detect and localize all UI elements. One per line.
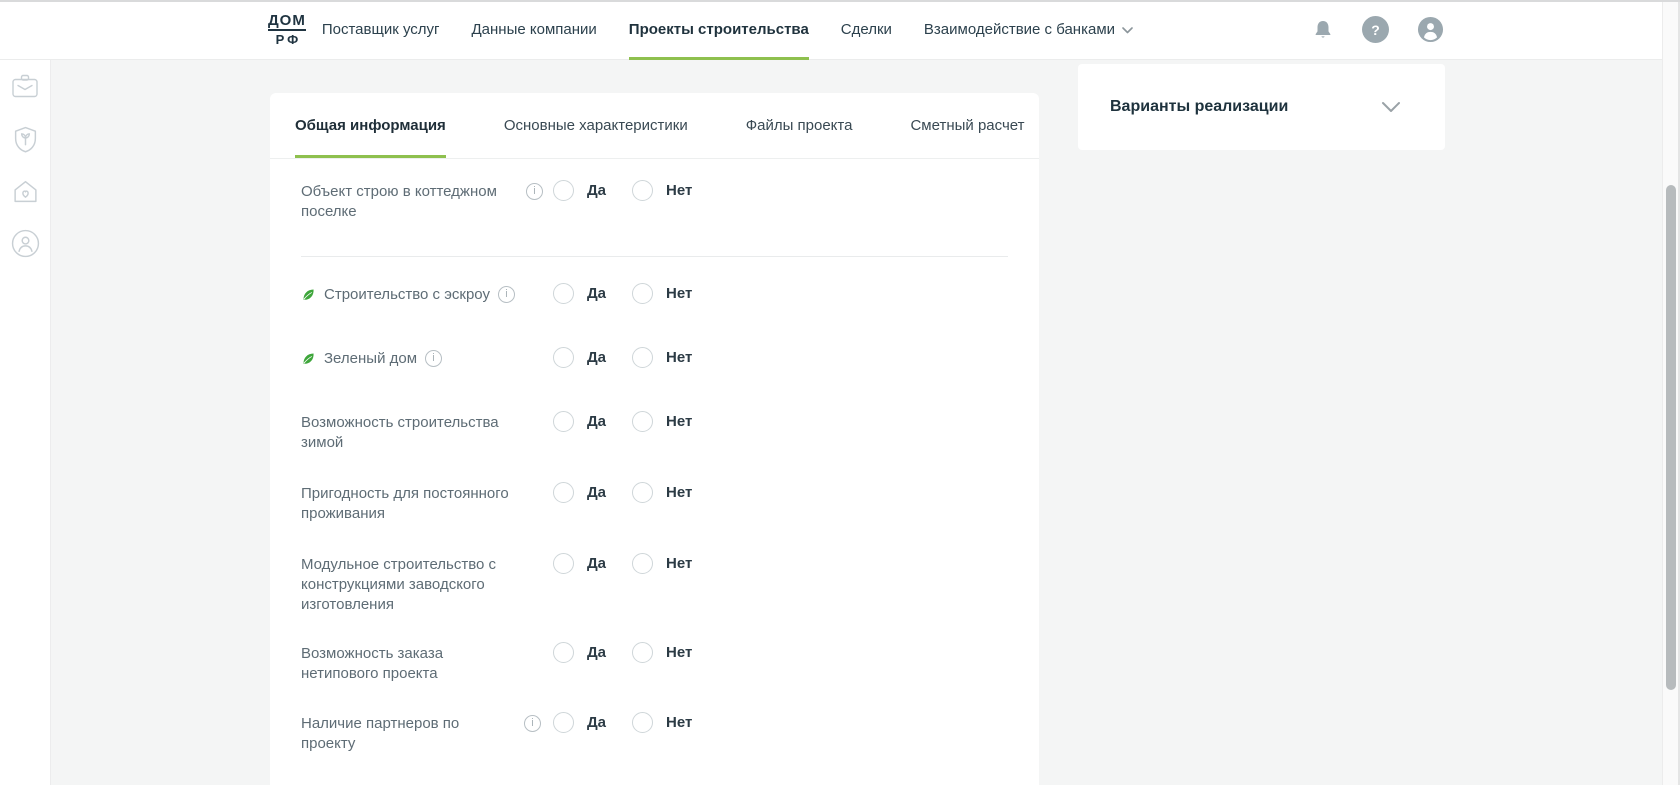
brand-logo[interactable]: ДОМ РФ [268,0,306,60]
general-info-form: Объект строю в коттеджном поселке i Да Н… [270,159,1039,785]
shield-icon[interactable] [10,125,40,153]
tab-general-info[interactable]: Общая информация [295,93,475,158]
tabs-bar: Общая информация Основные характеристики… [270,93,1039,159]
radio-group: Да Нет [553,642,692,663]
info-icon[interactable]: i [524,715,541,732]
radio-no[interactable]: Нет [632,642,692,663]
question-glyph: ? [1362,16,1389,43]
form-row-winter-construction: Возможность строительства зимой Да Нет [301,413,1008,453]
radio-yes[interactable]: Да [553,553,606,574]
radio-circle[interactable] [553,283,574,304]
main-nav: Поставщик услуг Данные компании Проекты … [322,0,1133,60]
brand-logo-line1: ДОМ [268,13,306,31]
radio-no[interactable]: Нет [632,553,692,574]
window-top-edge [0,0,1680,2]
house-heart-icon[interactable] [10,177,40,205]
top-navigation-bar: ДОМ РФ Поставщик услуг Данные компании П… [0,0,1680,60]
radio-circle[interactable] [632,553,653,574]
leaf-icon [301,351,316,366]
form-row-modular-construction: Модульное строительство с конструкциями … [301,555,1008,615]
form-row-project-partners: Наличие партнеров по проекту i Да Нет [301,714,1008,754]
radio-no[interactable]: Нет [632,411,692,432]
user-circle-icon[interactable] [10,229,40,257]
radio-group: Да Нет [553,712,692,733]
info-icon[interactable]: i [425,350,442,367]
radio-group: Да Нет [553,180,692,201]
tab-project-files[interactable]: Файлы проекта [717,93,882,158]
form-row-custom-project-order: Возможность заказа нетипового проекта Да… [301,644,1008,684]
implementation-options-title: Варианты реализации [1110,98,1288,116]
radio-group: Да Нет [553,553,692,574]
topbar-actions: ? [1312,16,1444,43]
chevron-down-icon [1122,27,1133,34]
radio-circle[interactable] [632,411,653,432]
radio-circle[interactable] [632,642,653,663]
radio-yes[interactable]: Да [553,411,606,432]
radio-circle[interactable] [553,411,574,432]
form-row-permanent-residence: Пригодность для постоянного проживания Д… [301,484,1008,524]
radio-circle[interactable] [553,712,574,733]
radio-no[interactable]: Нет [632,283,692,304]
radio-group: Да Нет [553,411,692,432]
radio-no[interactable]: Нет [632,180,692,201]
radio-circle[interactable] [553,642,574,663]
help-question-icon[interactable]: ? [1362,16,1389,43]
nav-item-deals[interactable]: Сделки [841,0,892,60]
radio-no[interactable]: Нет [632,482,692,503]
profile-avatar-icon[interactable] [1417,16,1444,43]
radio-circle[interactable] [632,482,653,503]
info-icon[interactable]: i [498,286,515,303]
radio-yes[interactable]: Да [553,482,606,503]
row-divider [301,256,1008,257]
radio-no[interactable]: Нет [632,347,692,368]
notifications-bell-icon[interactable] [1312,18,1334,42]
nav-item-service-provider[interactable]: Поставщик услуг [322,0,440,60]
left-sidebar [0,60,51,785]
project-details-card: Общая информация Основные характеристики… [270,93,1039,785]
leaf-icon [301,287,316,302]
nav-item-bank-interaction[interactable]: Взаимодействие с банками [924,0,1133,60]
radio-circle[interactable] [553,347,574,368]
radio-yes[interactable]: Да [553,712,606,733]
radio-yes[interactable]: Да [553,283,606,304]
scrollbar-thumb[interactable] [1666,185,1676,690]
radio-circle[interactable] [632,283,653,304]
form-row-cottage-village: Объект строю в коттеджном поселке i Да Н… [301,182,1008,222]
brand-logo-line2: РФ [273,33,302,46]
scrollbar-track[interactable] [1662,0,1678,785]
tab-estimate-calculation[interactable]: Сметный расчет [881,93,1053,158]
implementation-options-panel[interactable]: Варианты реализации [1078,64,1445,150]
radio-circle[interactable] [632,180,653,201]
radio-circle[interactable] [553,482,574,503]
radio-circle[interactable] [553,553,574,574]
radio-yes[interactable]: Да [553,180,606,201]
radio-no[interactable]: Нет [632,712,692,733]
nav-item-label: Взаимодействие с банками [924,21,1115,38]
tab-main-characteristics[interactable]: Основные характеристики [475,93,717,158]
nav-item-company-data[interactable]: Данные компании [472,0,597,60]
nav-item-construction-projects[interactable]: Проекты строительства [629,0,809,60]
chevron-down-icon [1381,101,1401,113]
radio-circle[interactable] [632,347,653,368]
radio-circle[interactable] [632,712,653,733]
radio-group: Да Нет [553,347,692,368]
mail-icon[interactable] [10,73,40,101]
radio-group: Да Нет [553,482,692,503]
radio-yes[interactable]: Да [553,642,606,663]
radio-circle[interactable] [553,180,574,201]
form-row-escrow: Строительство с эскроу i Да Нет [301,285,1008,305]
form-row-green-house: Зеленый дом i Да Нет [301,349,1008,369]
info-icon[interactable]: i [526,183,543,200]
radio-group: Да Нет [553,283,692,304]
radio-yes[interactable]: Да [553,347,606,368]
